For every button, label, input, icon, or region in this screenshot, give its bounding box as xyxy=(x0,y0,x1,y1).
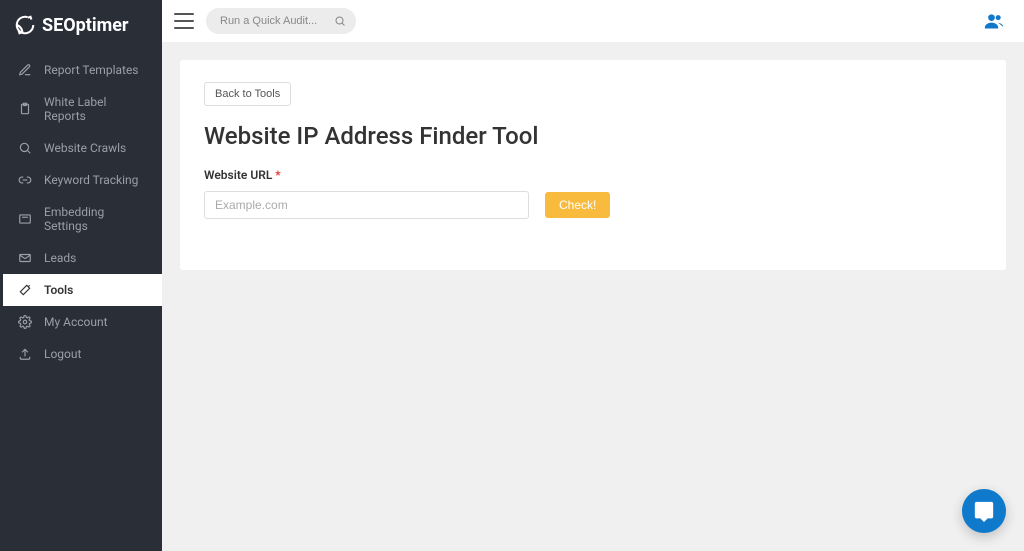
sidebar-item-label: Embedding Settings xyxy=(44,205,144,233)
search-wrap xyxy=(206,8,356,34)
brand-name: SEOptimer xyxy=(42,15,129,36)
clipboard-icon xyxy=(18,102,32,116)
sidebar-item-logout[interactable]: Logout xyxy=(0,338,162,370)
sidebar-item-label: Logout xyxy=(44,347,81,361)
sidebar-item-leads[interactable]: Leads xyxy=(0,242,162,274)
users-icon[interactable] xyxy=(984,11,1004,31)
mail-icon xyxy=(18,251,32,265)
search-icon xyxy=(334,15,346,27)
chat-button[interactable] xyxy=(962,489,1006,533)
layout-icon xyxy=(18,212,32,226)
magic-icon xyxy=(18,283,32,297)
logo-icon xyxy=(14,14,36,36)
url-form: Website URL * Check! xyxy=(204,164,982,219)
sidebar-item-label: My Account xyxy=(44,315,108,329)
sidebar-item-embedding-settings[interactable]: Embedding Settings xyxy=(0,196,162,242)
sidebar-item-label: Tools xyxy=(44,283,73,297)
required-asterisk: * xyxy=(275,168,280,182)
sidebar: SEOptimer Report Templates White Label R… xyxy=(0,0,162,551)
sidebar-item-label: Keyword Tracking xyxy=(44,173,138,187)
upload-icon xyxy=(18,347,32,361)
sidebar-item-white-label-reports[interactable]: White Label Reports xyxy=(0,86,162,132)
back-to-tools-button[interactable]: Back to Tools xyxy=(204,82,291,106)
sidebar-item-label: Website Crawls xyxy=(44,141,126,155)
check-button[interactable]: Check! xyxy=(545,192,610,218)
edit-icon xyxy=(18,63,32,77)
website-url-input[interactable] xyxy=(204,191,529,219)
url-label: Website URL * xyxy=(204,168,281,182)
sidebar-item-keyword-tracking[interactable]: Keyword Tracking xyxy=(0,164,162,196)
tool-card: Back to Tools Website IP Address Finder … xyxy=(180,60,1006,270)
sidebar-item-label: White Label Reports xyxy=(44,95,144,123)
sidebar-nav: Report Templates White Label Reports Web… xyxy=(0,54,162,370)
gear-icon xyxy=(18,315,32,329)
brand-logo[interactable]: SEOptimer xyxy=(0,0,162,50)
sidebar-item-report-templates[interactable]: Report Templates xyxy=(0,54,162,86)
sidebar-item-website-crawls[interactable]: Website Crawls xyxy=(0,132,162,164)
menu-toggle-button[interactable] xyxy=(174,13,194,29)
content-area: Back to Tools Website IP Address Finder … xyxy=(162,42,1024,551)
link-icon xyxy=(18,173,32,187)
page-title: Website IP Address Finder Tool xyxy=(204,122,982,150)
sidebar-item-tools[interactable]: Tools xyxy=(0,274,162,306)
sidebar-item-label: Report Templates xyxy=(44,63,139,77)
topbar xyxy=(162,0,1024,42)
main-area: Back to Tools Website IP Address Finder … xyxy=(162,0,1024,551)
sidebar-item-label: Leads xyxy=(44,251,76,265)
chat-icon xyxy=(973,500,995,522)
search-icon xyxy=(18,141,32,155)
sidebar-item-my-account[interactable]: My Account xyxy=(0,306,162,338)
